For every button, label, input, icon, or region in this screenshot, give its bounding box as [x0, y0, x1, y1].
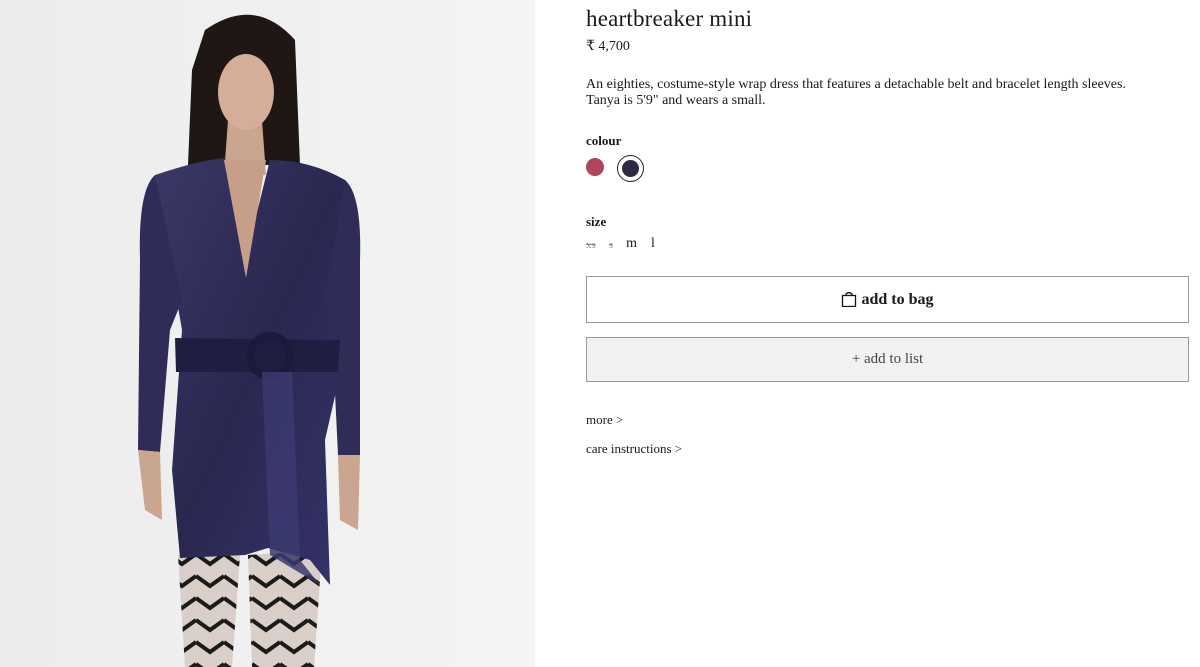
care-instructions-link[interactable]: care instructions > [586, 441, 682, 457]
description-line: Tanya is 5'9" and wears a small. [586, 93, 766, 108]
size-option-l[interactable]: l [651, 236, 655, 254]
product-price: ₹ 4,700 [586, 39, 630, 54]
swatch-dot [586, 158, 604, 176]
shopping-bag-icon [841, 291, 857, 307]
description-line: An eighties, costume-style wrap dress th… [586, 77, 1126, 92]
product-details: heartbreaker mini ₹ 4,700 An eighties, c… [586, 0, 1190, 667]
size-option-s[interactable]: s [609, 236, 613, 254]
size-option-xs[interactable]: xs [586, 236, 596, 254]
more-link[interactable]: more > [586, 412, 623, 428]
add-to-list-label: + add to list [851, 351, 924, 367]
swatch-dot [621, 159, 639, 177]
size-label: size [586, 214, 607, 229]
add-to-bag-button[interactable]: add to bag [586, 276, 1189, 323]
size-options: xs s m l [586, 236, 669, 254]
product-photo [0, 0, 535, 667]
colour-swatch-navy-selected[interactable] [617, 155, 644, 182]
add-to-list-button[interactable]: + add to list [586, 337, 1189, 382]
colour-label: colour [586, 133, 622, 148]
colour-swatch-red[interactable] [582, 154, 608, 180]
product-image[interactable] [0, 0, 535, 667]
size-option-m[interactable]: m [626, 236, 637, 254]
add-to-bag-label: add to bag [861, 290, 934, 308]
product-title: heartbreaker mini [586, 6, 753, 31]
product-description: An eighties, costume-style wrap dress th… [586, 77, 1176, 109]
